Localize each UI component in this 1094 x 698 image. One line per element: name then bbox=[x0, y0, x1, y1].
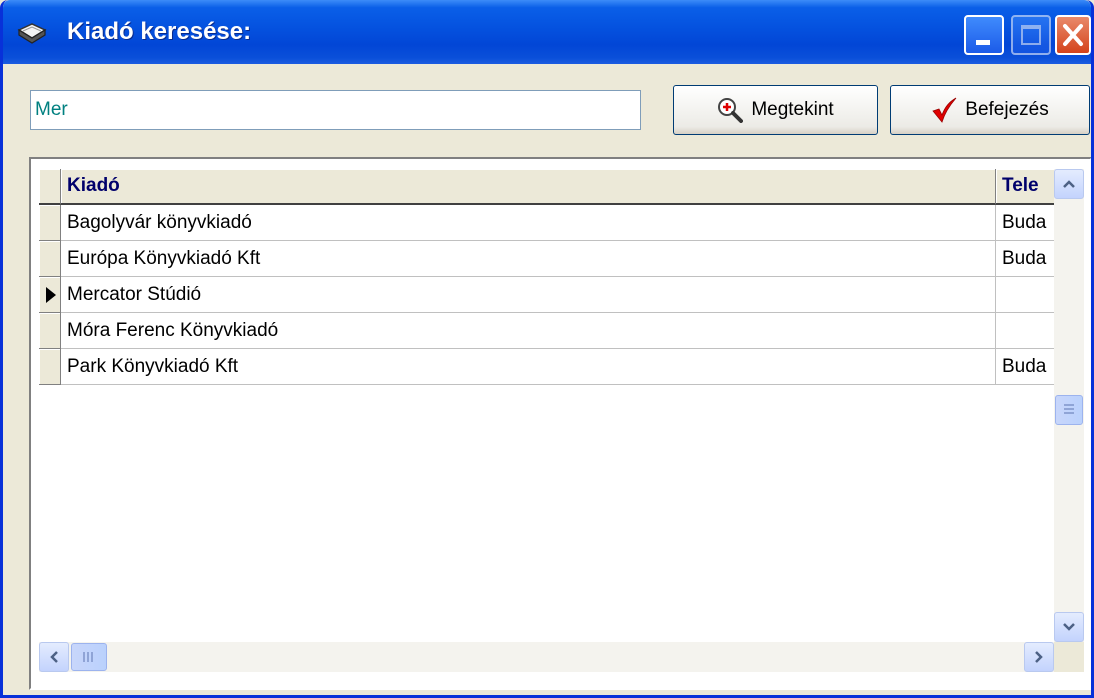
window-title: Kiadó keresése: bbox=[67, 18, 252, 45]
cell-tele[interactable]: Buda bbox=[996, 241, 1054, 277]
maximize-icon bbox=[1021, 25, 1041, 45]
book-icon bbox=[17, 23, 47, 44]
cell-tele[interactable]: Buda bbox=[996, 349, 1054, 385]
view-button[interactable]: Megtekint bbox=[673, 85, 878, 135]
scroll-down-button[interactable] bbox=[1054, 612, 1084, 642]
close-button[interactable] bbox=[1055, 15, 1091, 55]
vertical-scroll-thumb[interactable] bbox=[1055, 395, 1083, 425]
close-icon bbox=[1063, 24, 1083, 46]
row-indicator[interactable] bbox=[39, 241, 61, 277]
row-indicator[interactable] bbox=[39, 277, 61, 313]
table-row[interactable]: Bagolyvár könyvkiadó Buda bbox=[39, 205, 1054, 241]
finish-button[interactable]: Befejezés bbox=[890, 85, 1090, 135]
header-indicator-cell bbox=[39, 169, 61, 205]
cell-tele[interactable] bbox=[996, 277, 1054, 313]
cell-kiado[interactable]: Mercator Stúdió bbox=[61, 277, 996, 313]
cell-tele[interactable] bbox=[996, 313, 1054, 349]
grid-body: Kiadó Tele Bagolyvár könyvkiadó Buda Eur… bbox=[39, 169, 1054, 642]
horizontal-scroll-thumb[interactable] bbox=[71, 643, 107, 671]
search-publisher-window: Kiadó keresése: Megtekint Befejezés bbox=[0, 0, 1094, 698]
column-header-tele[interactable]: Tele bbox=[996, 169, 1054, 205]
row-indicator[interactable] bbox=[39, 349, 61, 385]
horizontal-scrollbar[interactable] bbox=[39, 642, 1054, 672]
row-indicator[interactable] bbox=[39, 205, 61, 241]
vertical-scrollbar[interactable] bbox=[1054, 169, 1084, 642]
chevron-left-icon bbox=[50, 651, 58, 663]
cell-kiado[interactable]: Bagolyvár könyvkiadó bbox=[61, 205, 996, 241]
minimize-button[interactable] bbox=[964, 15, 1004, 55]
magnifier-icon bbox=[718, 98, 744, 123]
cell-kiado[interactable]: Park Könyvkiadó Kft bbox=[61, 349, 996, 385]
minimize-icon bbox=[976, 40, 990, 45]
chevron-right-icon bbox=[1035, 651, 1043, 663]
row-indicator[interactable] bbox=[39, 313, 61, 349]
column-header-kiado[interactable]: Kiadó bbox=[61, 169, 996, 205]
cell-kiado[interactable]: Móra Ferenc Könyvkiadó bbox=[61, 313, 996, 349]
title-bar[interactable]: Kiadó keresése: bbox=[3, 0, 1091, 64]
scroll-right-button[interactable] bbox=[1024, 642, 1054, 672]
scroll-up-button[interactable] bbox=[1054, 169, 1084, 199]
grip-icon bbox=[83, 652, 93, 662]
chevron-down-icon bbox=[1063, 623, 1075, 631]
grip-icon bbox=[1064, 404, 1074, 414]
maximize-button[interactable] bbox=[1011, 15, 1051, 55]
publisher-grid: Kiadó Tele Bagolyvár könyvkiadó Buda Eur… bbox=[29, 157, 1091, 690]
current-row-arrow-icon bbox=[46, 287, 56, 303]
table-row[interactable]: Park Könyvkiadó Kft Buda bbox=[39, 349, 1054, 385]
search-input[interactable] bbox=[30, 90, 641, 130]
table-row[interactable]: Mercator Stúdió bbox=[39, 277, 1054, 313]
checkmark-icon bbox=[932, 97, 957, 123]
scroll-left-button[interactable] bbox=[39, 642, 69, 672]
finish-button-label: Befejezés bbox=[965, 99, 1049, 120]
view-button-label: Megtekint bbox=[751, 99, 834, 120]
scrollbar-corner bbox=[1054, 642, 1084, 672]
chevron-up-icon bbox=[1063, 180, 1075, 188]
table-row[interactable]: Móra Ferenc Könyvkiadó bbox=[39, 313, 1054, 349]
table-row[interactable]: Európa Könyvkiadó Kft Buda bbox=[39, 241, 1054, 277]
cell-tele[interactable]: Buda bbox=[996, 205, 1054, 241]
cell-kiado[interactable]: Európa Könyvkiadó Kft bbox=[61, 241, 996, 277]
